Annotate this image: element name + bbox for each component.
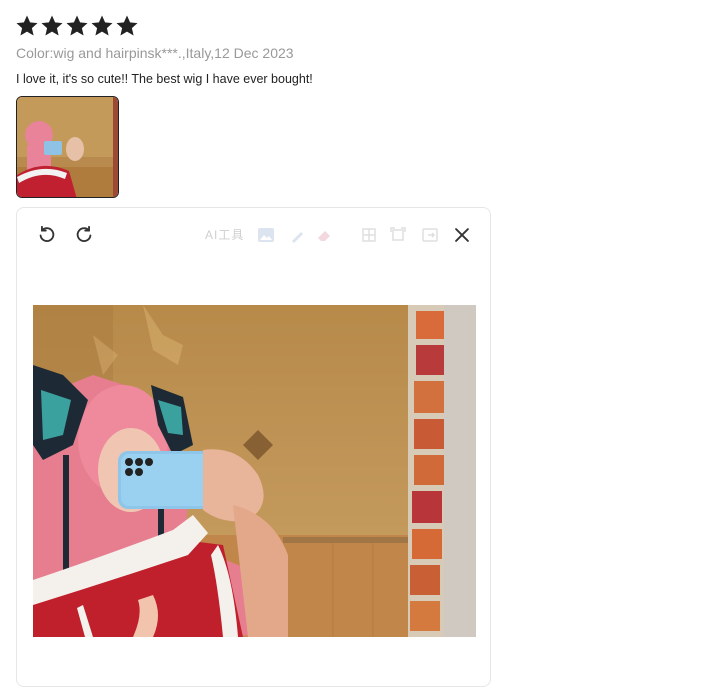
export-icon [421,226,439,244]
close-icon[interactable] [451,224,473,246]
star-icon [40,14,64,38]
star-icon [15,14,39,38]
wand-icon [289,226,307,244]
eraser-icon [315,226,333,244]
crop-icon [360,226,378,244]
review-photo-thumbnail[interactable] [16,96,119,198]
ai-tools-label: AI工具 [205,228,245,242]
rotate-left-icon[interactable] [36,224,58,246]
review-photo-full [33,305,476,637]
expand-icon [389,226,407,244]
full-image [33,305,476,637]
star-icon [115,14,139,38]
review-meta: Color:wig and hairpinsk***.,Italy,12 Dec… [16,45,294,61]
image-icon [257,226,275,244]
image-viewer-panel: AI工具 [16,207,491,687]
review-text: I love it, it's so cute!! The best wig I… [16,72,313,86]
rating-stars [15,14,139,38]
rotate-right-icon[interactable] [73,224,95,246]
star-icon [90,14,114,38]
thumbnail-image [17,97,118,197]
star-icon [65,14,89,38]
